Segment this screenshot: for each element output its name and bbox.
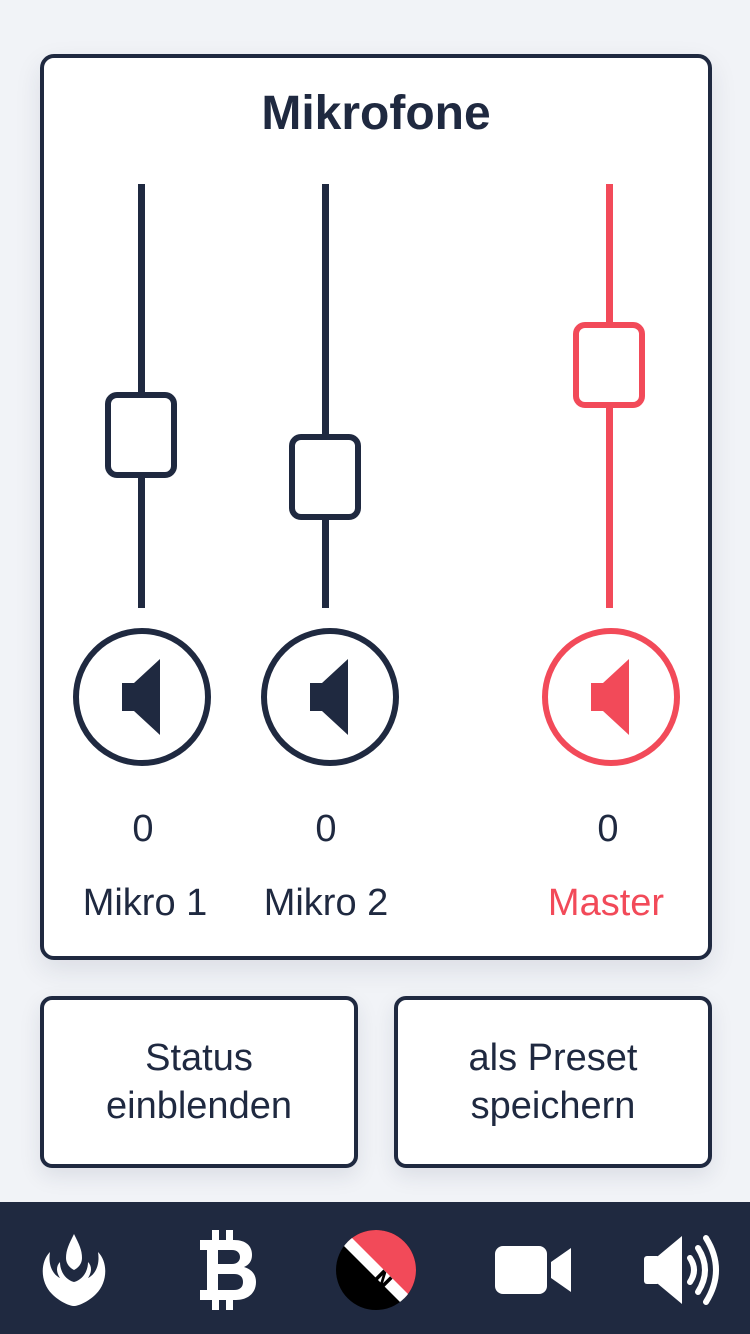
show-status-button[interactable]: Status einblenden bbox=[40, 996, 358, 1168]
slider-handle[interactable] bbox=[289, 434, 361, 520]
speaker-icon bbox=[591, 659, 629, 735]
slider-handle[interactable] bbox=[573, 322, 645, 408]
channel-value: 0 bbox=[132, 808, 154, 850]
channel-label: Mikro 1 bbox=[82, 882, 208, 924]
volume-icon bbox=[644, 1235, 719, 1305]
nav-item-bitcoin[interactable] bbox=[184, 1228, 268, 1312]
channel-label: Mikro 2 bbox=[263, 882, 389, 924]
nav-item-volume[interactable] bbox=[640, 1228, 724, 1312]
save-preset-button[interactable]: als Preset speichern bbox=[394, 996, 712, 1168]
channel-value: 0 bbox=[597, 808, 619, 850]
button-label-line2: speichern bbox=[470, 1085, 636, 1127]
channel-value: 0 bbox=[315, 808, 337, 850]
speaker-icon bbox=[310, 659, 348, 735]
bottom-nav-bar: N bbox=[0, 1202, 750, 1334]
rebel-alliance-icon bbox=[42, 1234, 106, 1306]
bitcoin-icon bbox=[200, 1230, 256, 1310]
channel-label: Master bbox=[547, 882, 665, 924]
nav-item-camera[interactable] bbox=[492, 1228, 576, 1312]
mute-button[interactable] bbox=[73, 628, 211, 766]
slider-track[interactable] bbox=[322, 184, 329, 608]
card-title: Mikrofone bbox=[261, 87, 491, 140]
button-label-line1: Status bbox=[145, 1037, 253, 1079]
nitrado-logo-icon: N bbox=[336, 1230, 416, 1310]
nav-item-rebel[interactable] bbox=[32, 1228, 116, 1312]
slider-handle[interactable] bbox=[105, 392, 177, 478]
nav-item-nitrado[interactable]: N bbox=[334, 1228, 418, 1312]
speaker-icon bbox=[122, 659, 160, 735]
button-label-line1: als Preset bbox=[468, 1037, 638, 1079]
button-label-line2: einblenden bbox=[106, 1085, 292, 1127]
microphones-card: Mikrofone 0 Mikro 1 0 Mikro 2 0 Master bbox=[40, 54, 712, 960]
video-camera-icon bbox=[495, 1246, 571, 1294]
mute-button[interactable] bbox=[261, 628, 399, 766]
mute-button[interactable] bbox=[542, 628, 680, 766]
